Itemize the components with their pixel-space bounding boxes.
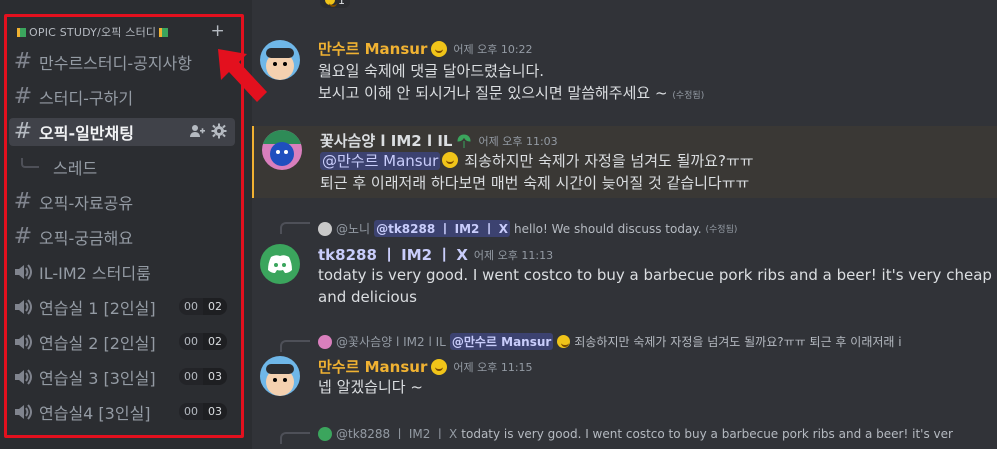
reply-mention: @tk8288 ㅣ IM2 ㅣ X <box>374 220 511 237</box>
voice-channel-item[interactable]: 연습실 2 [2인실] 00 02 <box>9 328 235 356</box>
voice-channel-label: 연습실 1 [2인실] <box>39 299 156 318</box>
reply-text: 죄송하지만 숙제가 자정을 넘겨도 될까요?ㅠㅠ 퇴근 후 이래저래 i <box>574 335 902 349</box>
reply-preview[interactable]: @노니 @tk8288 ㅣ IM2 ㅣ X hello! We should d… <box>318 220 737 237</box>
leaf-badge-icon <box>457 133 471 148</box>
category-header[interactable]: OPIC STUDY/오픽 스터디 + <box>14 21 229 42</box>
hash-icon: # <box>13 84 33 109</box>
speaker-icon <box>11 333 35 351</box>
message-line: 보시고 이해 안 되시거나 질문 있으시면 말씀해주세요 ~ <box>318 84 668 102</box>
voice-channel-item[interactable]: 연습실 3 [3인실] 00 03 <box>9 363 235 391</box>
channel-label: 오픽-궁금해요 <box>39 229 134 248</box>
username[interactable]: tk8288 ㅣ IM2 ㅣ X <box>318 244 468 265</box>
mini-avatar <box>318 334 332 349</box>
message-highlighted: 꽃사슴양 l IM2 l IL 어제 오후 11:03 @만수르 Mansur 죄… <box>252 126 997 198</box>
emoji-icon <box>325 0 337 7</box>
category-title: OPIC STUDY/오픽 스터디 <box>29 26 157 39</box>
user-limit-badge: 00 03 <box>179 403 227 420</box>
user-mention[interactable]: @만수르 Mansur <box>320 152 441 170</box>
voice-channel-item[interactable]: 연습실 1 [2인실] 00 02 <box>9 293 235 321</box>
add-channel-plus-icon[interactable]: + <box>211 21 225 41</box>
message: tk8288 ㅣ IM2 ㅣ X 어제 오후 11:13 todaty is v… <box>252 238 997 308</box>
gear-icon[interactable] <box>211 123 227 139</box>
add-member-icon[interactable] <box>189 123 205 139</box>
book-icon <box>16 27 27 38</box>
voice-channel-label: IL-IM2 스터디룸 <box>39 264 151 283</box>
reply-author: @노니 <box>336 222 371 236</box>
timestamp: 어제 오후 11:15 <box>453 360 533 374</box>
voice-channel-label: 연습실4 [3인실] <box>39 404 151 423</box>
message-line: 월요일 숙제에 댓글 달아드렸습니다. <box>318 62 545 80</box>
channel-label: 만수르스터디-공지사항 <box>39 54 192 73</box>
timestamp: 어제 오후 11:13 <box>473 248 554 262</box>
reply-preview[interactable]: @tk8288 ㅣ IM2 ㅣ X todaty is very good. I… <box>318 425 953 442</box>
reaction-chip[interactable]: 1 <box>320 0 350 8</box>
reply-author: @tk8288 ㅣ IM2 ㅣ X <box>336 427 458 441</box>
timestamp: 어제 오후 11:03 <box>478 134 558 148</box>
user-limit-badge: 00 03 <box>179 368 227 385</box>
channel-item-active[interactable]: # 오픽-일반채팅 <box>9 118 235 146</box>
avatar[interactable] <box>260 356 300 396</box>
user-limit-badge: 00 02 <box>179 333 227 350</box>
reply-text: hello! We should discuss today. <box>514 221 702 236</box>
reply-spine <box>280 340 310 352</box>
speaker-icon <box>11 403 35 421</box>
voice-channel-item[interactable]: IL-IM2 스터디룸 <box>9 258 235 286</box>
avatar[interactable] <box>262 130 302 170</box>
mini-avatar <box>318 221 332 236</box>
reply-spine <box>280 432 310 444</box>
chat-area: 1 만수르 Mansur 어제 오후 10:22 월요일 숙제에 댓글 달아드렸… <box>252 0 997 449</box>
thread-icon <box>21 158 39 168</box>
username[interactable]: 만수르 Mansur <box>318 356 427 377</box>
smile-emoji-icon <box>557 335 571 348</box>
voice-channel-label: 연습실 2 [2인실] <box>39 334 156 353</box>
reply-author: @꽃사슴양 l IM2 l IL <box>336 335 446 349</box>
reply-mention: @만수르 Mansur <box>449 333 554 350</box>
message: 만수르 Mansur 어제 오후 10:22 월요일 숙제에 댓글 달아드렸습니… <box>252 32 997 112</box>
smile-emoji-icon <box>442 152 459 168</box>
hash-icon: # <box>13 224 33 249</box>
user-limit-badge: 00 02 <box>179 298 227 315</box>
thread-label: 스레드 <box>53 159 98 178</box>
book-icon <box>158 27 169 38</box>
channel-label: 오픽-자료공유 <box>39 194 134 213</box>
hash-icon: # <box>13 189 33 214</box>
channel-item[interactable]: # 오픽-궁금해요 <box>9 223 235 251</box>
speaker-icon <box>11 298 35 316</box>
username[interactable]: 만수르 Mansur <box>318 38 427 59</box>
thread-item[interactable]: 스레드 <box>9 153 235 181</box>
voice-channel-label: 연습실 3 [3인실] <box>39 369 156 388</box>
channel-label: 스터디-구하기 <box>39 89 134 108</box>
message-line: 죄송하지만 숙제가 자정을 넘겨도 될까요?ㅠㅠ <box>464 152 754 170</box>
hash-icon: # <box>13 49 33 74</box>
edited-label: (수정됨) <box>672 91 705 101</box>
reply-spine <box>280 222 310 234</box>
reply-text: todaty is very good. I went costco to bu… <box>461 426 953 441</box>
reply-preview[interactable]: @꽃사슴양 l IM2 l IL @만수르 Mansur 죄송하지만 숙제가 자… <box>318 333 902 350</box>
speaker-icon <box>11 368 35 386</box>
smile-emoji-icon <box>431 358 448 375</box>
username[interactable]: 꽃사슴양 l IM2 l IL <box>320 130 452 151</box>
mini-avatar <box>318 426 332 441</box>
channel-label: 오픽-일반채팅 <box>39 124 134 143</box>
timestamp: 어제 오후 10:22 <box>453 42 533 56</box>
message-line: 넵 알겠습니다 ~ <box>318 378 423 396</box>
message-line: todaty is very good. I went costco to bu… <box>318 266 992 284</box>
hash-icon: # <box>13 119 33 144</box>
speaker-icon <box>11 263 35 281</box>
channel-item[interactable]: # 오픽-자료공유 <box>9 188 235 216</box>
message-line: 퇴근 후 이래저래 하다보면 매번 숙제 시간이 늦어질 것 같습니다ㅠㅠ <box>320 174 750 192</box>
channel-item[interactable]: # 스터디-구하기 <box>9 83 235 111</box>
edited-label: (수정됨) <box>705 225 738 235</box>
channel-item[interactable]: # 만수르스터디-공지사항 <box>9 48 235 76</box>
discord-icon[interactable] <box>260 244 300 284</box>
voice-channel-item[interactable]: 연습실4 [3인실] 00 03 <box>9 398 235 426</box>
message: 만수르 Mansur 어제 오후 11:15 넵 알겠습니다 ~ <box>252 352 997 402</box>
avatar[interactable] <box>260 40 300 80</box>
smile-emoji-icon <box>431 40 448 57</box>
message-line: and delicious <box>318 288 417 306</box>
